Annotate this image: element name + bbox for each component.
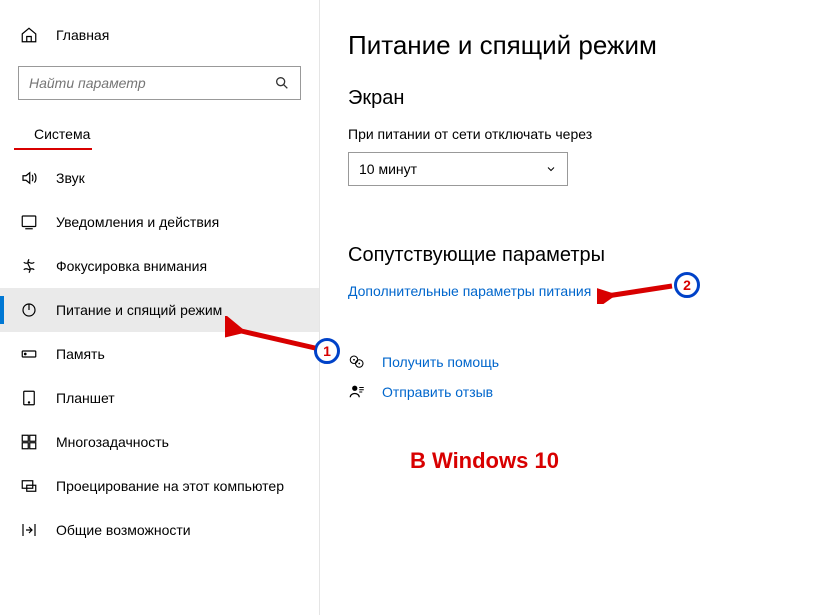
nav-item-storage[interactable]: Память	[0, 332, 319, 376]
nav-label: Память	[56, 346, 105, 362]
settings-sidebar: Главная Система Звук Уведомления и дейст…	[0, 0, 320, 615]
multitasking-icon	[20, 433, 38, 451]
notifications-icon	[20, 213, 38, 231]
nav-label: Уведомления и действия	[56, 214, 219, 230]
search-icon	[274, 75, 290, 91]
send-feedback-link[interactable]: Отправить отзыв	[382, 384, 493, 400]
tablet-icon	[20, 389, 38, 407]
chevron-down-icon	[545, 163, 557, 175]
home-label: Главная	[56, 27, 109, 43]
related-title: Сопутствующие параметры	[348, 244, 820, 267]
focus-icon	[20, 257, 38, 275]
screen-section-title: Экран	[348, 87, 820, 110]
projecting-icon	[20, 477, 38, 495]
search-input-container[interactable]	[18, 66, 301, 100]
screen-off-label: При питании от сети отключать через	[348, 126, 820, 142]
nav-item-focus[interactable]: Фокусировка внимания	[0, 244, 319, 288]
nav-label: Питание и спящий режим	[56, 302, 222, 318]
nav-item-power[interactable]: Питание и спящий режим	[0, 288, 319, 332]
nav-label: Многозадачность	[56, 434, 169, 450]
dropdown-value: 10 минут	[359, 161, 417, 177]
category-system: Система	[14, 116, 92, 150]
sound-icon	[20, 169, 38, 187]
home-icon	[20, 26, 38, 44]
nav-label: Проецирование на этот компьютер	[56, 478, 284, 494]
feedback-icon	[348, 383, 366, 401]
main-content: Питание и спящий режим Экран При питании…	[320, 0, 820, 615]
power-icon	[20, 301, 38, 319]
nav-item-projecting[interactable]: Проецирование на этот компьютер	[0, 464, 319, 508]
nav-label: Планшет	[56, 390, 115, 406]
screen-timeout-dropdown[interactable]: 10 минут	[348, 152, 568, 186]
nav-label: Общие возможности	[56, 522, 191, 538]
nav-item-sound[interactable]: Звук	[0, 156, 319, 200]
get-help-link[interactable]: Получить помощь	[382, 354, 499, 370]
shared-icon	[20, 521, 38, 539]
annotation-windows10: В Windows 10	[410, 448, 559, 474]
annotation-badge-1: 1	[314, 338, 340, 364]
storage-icon	[20, 345, 38, 363]
search-input[interactable]	[29, 75, 274, 91]
nav-item-tablet[interactable]: Планшет	[0, 376, 319, 420]
home-nav[interactable]: Главная	[0, 18, 319, 52]
nav-item-notifications[interactable]: Уведомления и действия	[0, 200, 319, 244]
nav-item-shared[interactable]: Общие возможности	[0, 508, 319, 552]
additional-power-link[interactable]: Дополнительные параметры питания	[348, 283, 591, 299]
nav-list: Звук Уведомления и действия Фокусировка …	[0, 156, 319, 552]
nav-item-multitasking[interactable]: Многозадачность	[0, 420, 319, 464]
nav-label: Фокусировка внимания	[56, 258, 207, 274]
page-title: Питание и спящий режим	[348, 30, 820, 61]
annotation-badge-2: 2	[674, 272, 700, 298]
nav-label: Звук	[56, 170, 85, 186]
help-icon	[348, 353, 366, 371]
